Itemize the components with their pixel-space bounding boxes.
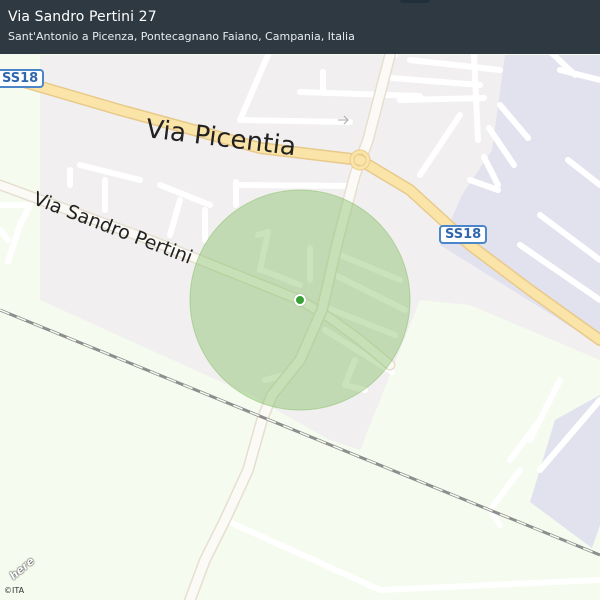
location-header: Via Sandro Pertini 27 Sant'Antonio a Pic… <box>0 0 600 54</box>
copyright-text: ©ITA <box>4 586 25 595</box>
location-title: Via Sandro Pertini 27 <box>8 9 157 25</box>
route-shield-ss18-left: SS18 <box>0 69 45 88</box>
location-marker[interactable] <box>294 294 306 306</box>
route-shield-ss18-right: SS18 <box>439 225 488 244</box>
location-address: Sant'Antonio a Picenza, Pontecagnano Fai… <box>8 30 355 43</box>
